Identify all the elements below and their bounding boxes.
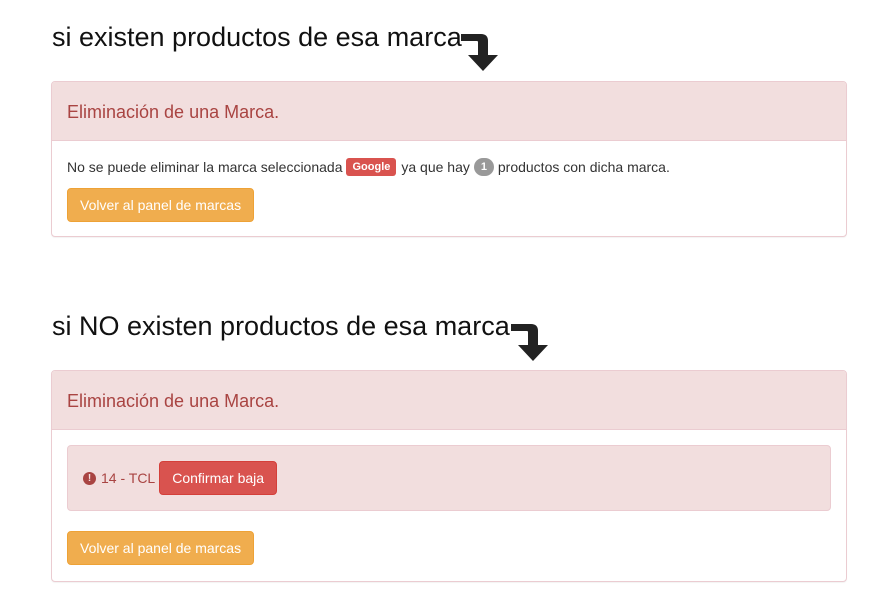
message-text-end: productos con dicha marca.	[497, 159, 670, 175]
panel-body: No se puede eliminar la marca selecciona…	[52, 141, 846, 237]
product-count-badge: 1	[473, 158, 494, 176]
brand-label: Google	[346, 158, 397, 176]
back-to-brands-button[interactable]: Volver al panel de marcas	[67, 188, 255, 222]
panel-body: ! 14 - TCL Confirmar baja Volver al pane…	[52, 430, 846, 580]
panel-title: Eliminación de una Marca.	[52, 82, 846, 141]
cannot-delete-message: No se puede eliminar la marca selecciona…	[67, 156, 831, 178]
arrow-turn-down-icon	[461, 34, 498, 71]
message-text-start: No se puede eliminar la marca selecciona…	[67, 159, 343, 175]
brand-item-text: 14 - TCL	[101, 470, 156, 486]
brand-delete-panel-blocked: Eliminación de una Marca. No se puede el…	[51, 81, 847, 237]
message-text-middle: ya que hay	[401, 159, 470, 175]
section-heading-with-products: si existen productos de esa marca	[52, 22, 462, 52]
brand-delete-panel-confirm: Eliminación de una Marca. ! 14 - TCL Con…	[51, 370, 847, 582]
back-to-brands-button[interactable]: Volver al panel de marcas	[67, 531, 255, 565]
confirm-delete-alert: ! 14 - TCL Confirmar baja	[67, 445, 831, 511]
section-heading-no-products: si NO existen productos de esa marca	[52, 311, 510, 341]
panel-title: Eliminación de una Marca.	[52, 371, 846, 430]
exclamation-circle-icon: !	[83, 471, 96, 485]
confirm-delete-button[interactable]: Confirmar baja	[159, 461, 278, 495]
arrow-turn-down-icon	[511, 324, 548, 361]
